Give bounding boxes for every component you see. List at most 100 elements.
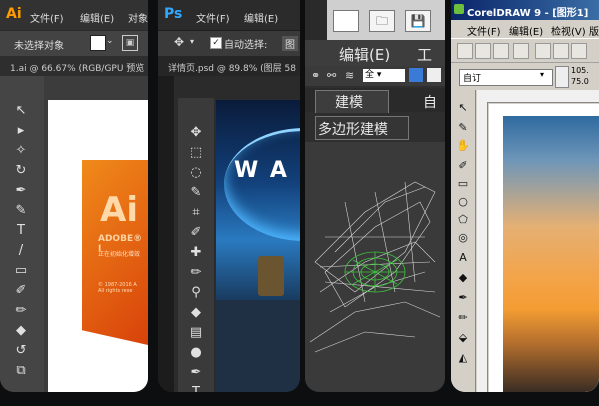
tab-freeform[interactable]: 自 bbox=[423, 92, 437, 112]
pencil-icon[interactable]: ✏ bbox=[12, 302, 30, 320]
pick-tool-icon[interactable]: ↖ bbox=[455, 100, 471, 116]
spiral-tool-icon[interactable]: ◎ bbox=[455, 230, 471, 246]
ai-menu-edit[interactable]: 编辑(E) bbox=[80, 10, 114, 25]
cut-icon[interactable] bbox=[535, 43, 551, 59]
ps-toolbar: ✥ ⬚ ◌ ✎ ⌗ ✐ ✚ ✏ ⚲ ◆ ▤ ● ✒ T bbox=[178, 98, 214, 392]
dodge-tool-icon[interactable]: ● bbox=[187, 344, 205, 362]
chevron-down-icon[interactable]: ⌄ bbox=[106, 36, 114, 46]
ps-canvas-ground bbox=[216, 300, 300, 392]
clone-stamp-icon[interactable]: ⚲ bbox=[187, 284, 205, 302]
polygon-tool-icon[interactable]: ⬠ bbox=[455, 212, 471, 228]
paper-height-field[interactable]: 75.0 bbox=[571, 77, 589, 86]
max3d-app-button[interactable] bbox=[305, 0, 327, 40]
cd-menu-edit[interactable]: 编辑(E) bbox=[509, 23, 543, 38]
auto-select-target[interactable]: 图 bbox=[282, 36, 298, 51]
ai-selection-status: 未选择对象 bbox=[14, 41, 64, 52]
vertical-ruler bbox=[477, 102, 488, 392]
unlink-icon[interactable]: ⚯ bbox=[327, 69, 336, 82]
cd-menu-layout[interactable]: 版 bbox=[589, 23, 599, 38]
line-tool-icon[interactable]: / bbox=[12, 242, 30, 260]
scale-tool-icon[interactable]: ⧉ bbox=[12, 362, 30, 380]
curvature-tool-icon[interactable]: ✎ bbox=[12, 202, 30, 220]
ps-left-gutter bbox=[158, 76, 174, 392]
chevron-down-icon[interactable]: ▾ bbox=[190, 37, 194, 46]
type-tool-icon[interactable]: T bbox=[12, 222, 30, 240]
photoshop-window: Ps 文件(F) 编辑(E) ✥ ▾ ✓ 自动选择: 图 详情页.psd @ 8… bbox=[158, 0, 300, 392]
max3d-menu-edit[interactable]: 编辑(E) bbox=[339, 44, 390, 65]
eyedropper-icon[interactable]: ✒ bbox=[455, 290, 471, 306]
save-icon[interactable] bbox=[493, 43, 509, 59]
cd-menu-view[interactable]: 检视(V) bbox=[551, 23, 586, 38]
lasso-icon[interactable]: ↻ bbox=[12, 162, 30, 180]
rectangle-tool-icon[interactable]: ▭ bbox=[455, 176, 471, 192]
pen-tool-icon[interactable]: ✒ bbox=[12, 182, 30, 200]
eraser-icon[interactable]: ◆ bbox=[12, 322, 30, 340]
quick-select-icon[interactable]: ✎ bbox=[187, 184, 205, 202]
hand-tool-icon[interactable]: ✋ bbox=[455, 138, 471, 154]
cd-menu-file[interactable]: 文件(F) bbox=[467, 23, 501, 38]
ps-menu-edit[interactable]: 编辑(E) bbox=[244, 10, 278, 25]
ai-document-tab-title: 1.ai @ 66.67% (RGB/GPU 预览 bbox=[10, 64, 145, 74]
ps-canvas-title: W A bbox=[234, 158, 289, 183]
open-folder-icon[interactable] bbox=[475, 43, 491, 59]
interactive-fill-icon[interactable]: ◆ bbox=[455, 270, 471, 286]
gradient-icon[interactable]: ▤ bbox=[187, 324, 205, 342]
select-object-icon[interactable] bbox=[409, 68, 423, 82]
move-tool-icon[interactable]: ✥ bbox=[187, 124, 205, 142]
eyedropper-icon[interactable]: ✐ bbox=[187, 224, 205, 242]
pen-tool-icon[interactable]: ✒ bbox=[187, 364, 205, 382]
auto-select-label: 自动选择: bbox=[224, 40, 268, 51]
new-file-icon[interactable] bbox=[333, 10, 359, 32]
max3d-viewport[interactable] bbox=[305, 142, 445, 392]
link-icon[interactable]: ⚭ bbox=[311, 69, 320, 82]
paintbrush-icon[interactable]: ✐ bbox=[12, 282, 30, 300]
paste-icon[interactable] bbox=[571, 43, 587, 59]
ai-splash-logo: Ai bbox=[100, 190, 138, 230]
direct-selection-tool-icon[interactable]: ▸ bbox=[12, 122, 30, 140]
ai-menu-file[interactable]: 文件(F) bbox=[30, 10, 64, 25]
stroke-swatch-icon[interactable]: ▣ bbox=[122, 35, 138, 51]
lasso-icon[interactable]: ◌ bbox=[187, 164, 205, 182]
type-tool-icon[interactable]: T bbox=[187, 384, 205, 392]
ps-app-logo: Ps bbox=[164, 6, 183, 22]
eraser-icon[interactable]: ◆ bbox=[187, 304, 205, 322]
copy-icon[interactable] bbox=[553, 43, 569, 59]
rectangle-tool-icon[interactable]: ▭ bbox=[12, 262, 30, 280]
selection-filter-dropdown[interactable]: 全 ▾ bbox=[363, 69, 405, 82]
ai-fill-swatch[interactable] bbox=[90, 35, 106, 51]
new-file-icon[interactable] bbox=[457, 43, 473, 59]
outline-tool-icon[interactable]: ✏ bbox=[455, 310, 471, 326]
wireframe-model bbox=[309, 181, 441, 353]
marquee-tool-icon[interactable]: ⬚ bbox=[187, 144, 205, 162]
rotate-tool-icon[interactable]: ↺ bbox=[12, 342, 30, 360]
ps-menu-file[interactable]: 文件(F) bbox=[196, 10, 230, 25]
polygon-modeling-label: 多边形建模 bbox=[318, 122, 388, 138]
brush-tool-icon[interactable]: ✏ bbox=[187, 264, 205, 282]
chevron-down-icon[interactable]: ▾ bbox=[540, 70, 544, 79]
text-tool-icon[interactable]: A bbox=[455, 250, 471, 266]
select-by-name-icon[interactable] bbox=[427, 68, 441, 82]
open-folder-icon[interactable]: 🗀 bbox=[369, 10, 395, 32]
magic-wand-icon[interactable]: ✧ bbox=[12, 142, 30, 160]
shape-tool-icon[interactable]: ✎ bbox=[455, 120, 471, 136]
print-icon[interactable] bbox=[513, 43, 529, 59]
paper-size-icon bbox=[555, 66, 569, 88]
crop-tool-icon[interactable]: ⌗ bbox=[187, 204, 205, 222]
auto-select-checkbox[interactable]: ✓ bbox=[210, 37, 222, 49]
sunset-photo bbox=[503, 116, 599, 392]
bind-spacewarp-icon[interactable]: ≋ bbox=[345, 69, 354, 82]
move-tool-icon[interactable]: ✥ bbox=[174, 35, 184, 49]
paper-preset-value: 自订 bbox=[463, 74, 482, 84]
selection-tool-icon[interactable]: ↖ bbox=[12, 102, 30, 120]
ellipse-tool-icon[interactable]: ○ bbox=[455, 194, 471, 210]
max3d-window: 🗀 💾 编辑(E) 工具 ⚭ ⚯ ≋ 全 ▾ 建模 自 多边形建模 bbox=[305, 0, 445, 392]
illustrator-window: Ai 文件(F) 编辑(E) 对象 未选择对象 ⌄ ▣ 1.ai @ 66.67… bbox=[0, 0, 148, 392]
horizontal-ruler bbox=[477, 90, 599, 103]
healing-brush-icon[interactable]: ✚ bbox=[187, 244, 205, 262]
ai-menu-object[interactable]: 对象 bbox=[128, 10, 148, 25]
save-icon[interactable]: 💾 bbox=[405, 10, 431, 32]
bucket-fill-icon[interactable]: ◭ bbox=[455, 350, 471, 366]
paper-width-field[interactable]: 105. bbox=[571, 66, 589, 75]
freehand-tool-icon[interactable]: ✐ bbox=[455, 158, 471, 174]
fill-tool-icon[interactable]: ⬙ bbox=[455, 330, 471, 346]
